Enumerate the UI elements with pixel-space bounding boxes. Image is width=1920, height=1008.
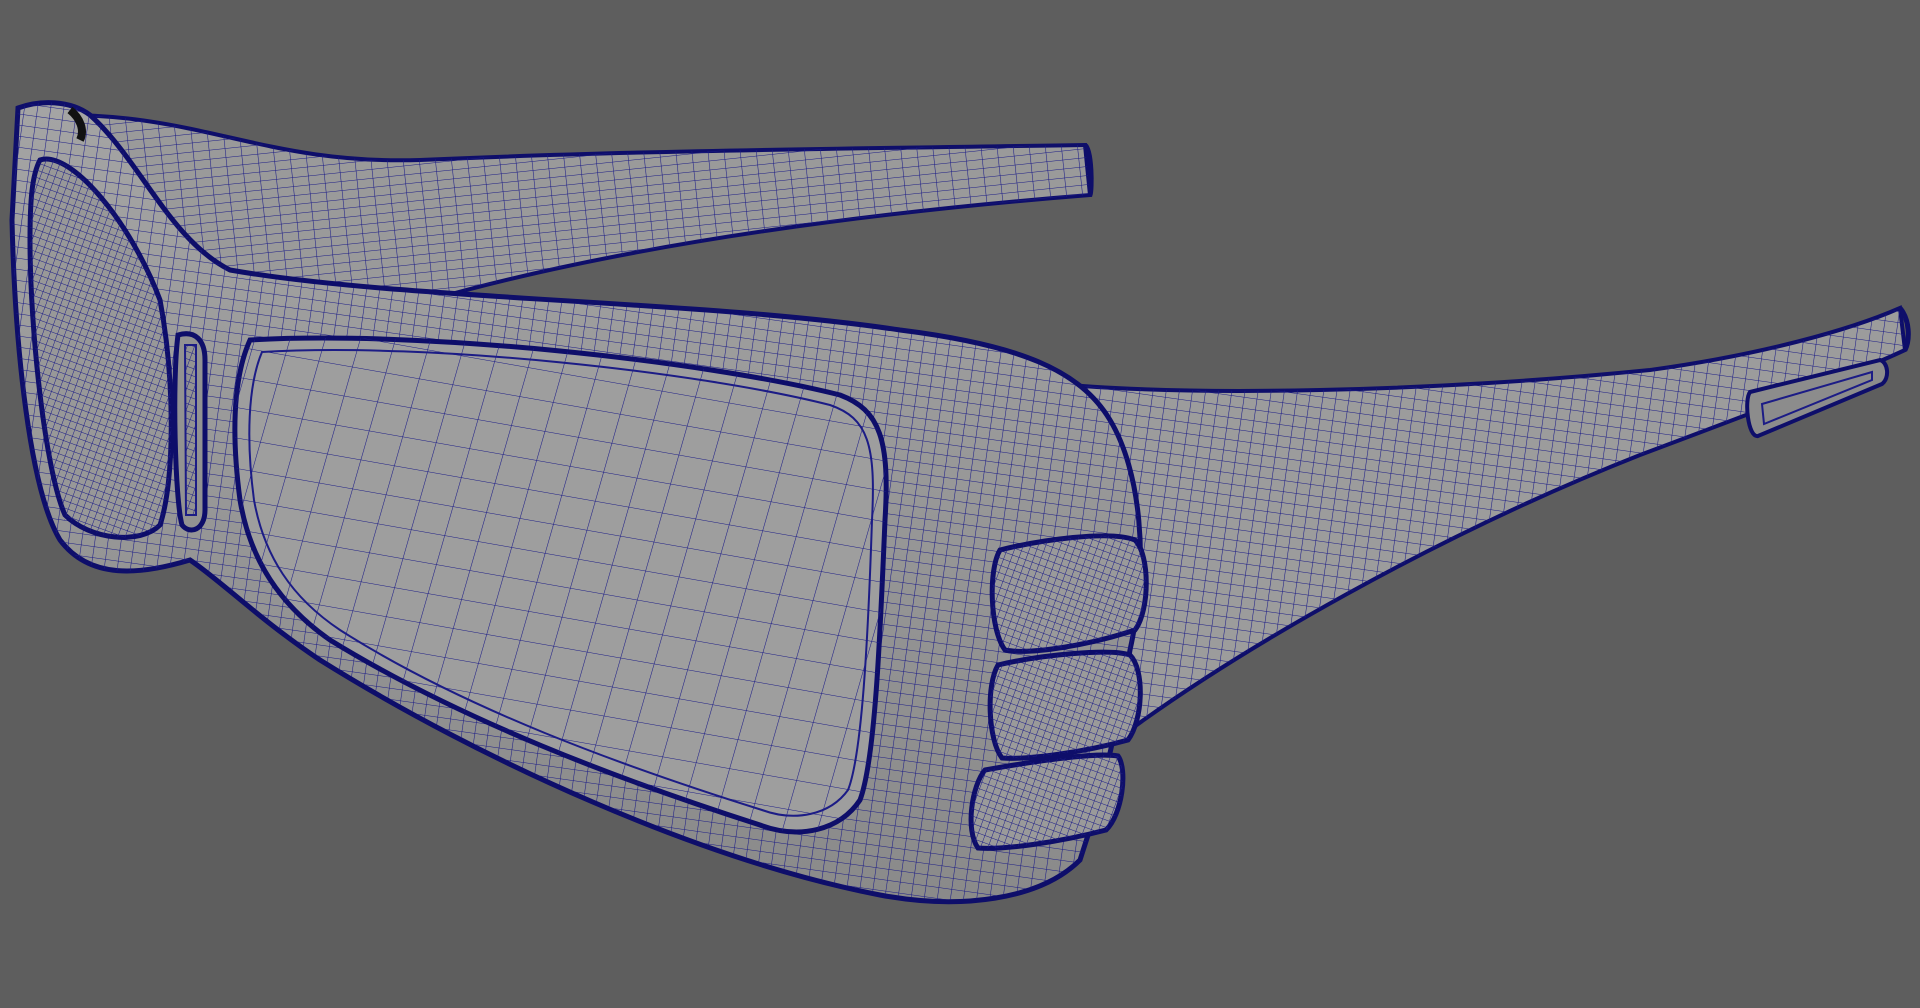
viewport-canvas[interactable] xyxy=(0,0,1920,1008)
near-temple-arm[interactable] xyxy=(1007,305,1911,763)
side-button-2[interactable] xyxy=(987,649,1143,761)
side-button-3[interactable] xyxy=(968,752,1126,851)
side-buttons[interactable] xyxy=(968,533,1149,851)
nose-bridge xyxy=(172,331,208,533)
side-button-1[interactable] xyxy=(989,533,1149,654)
3d-viewport[interactable] xyxy=(0,0,1920,1008)
